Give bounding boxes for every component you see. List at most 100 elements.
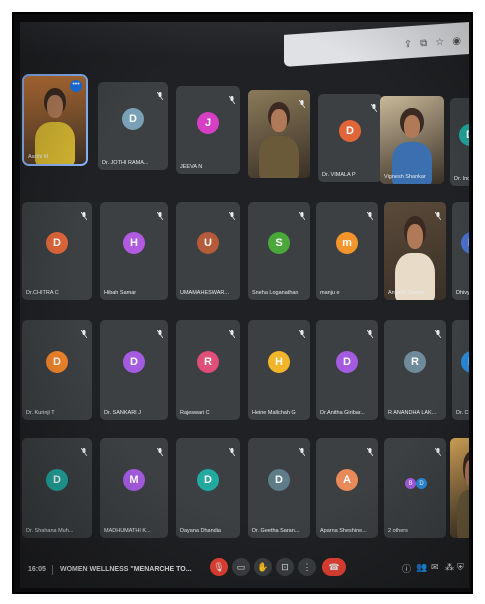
participant-tile[interactable]: A Aparna Sheshine... (316, 438, 378, 538)
mic-off-icon (80, 207, 88, 221)
participant-name: Dr. Geetha Saran... (252, 528, 300, 534)
mic-off-icon (80, 325, 88, 339)
mic-off-icon (434, 325, 442, 339)
participant-name: Dr. SANKARI J (104, 410, 141, 416)
profile-icon[interactable]: ◉ (452, 36, 461, 48)
mic-off-icon (228, 325, 236, 339)
participant-name: Dr. JOTHI RAMA... (102, 160, 149, 166)
others-avatars: BD (405, 478, 427, 489)
star-icon[interactable]: ☆ (435, 37, 444, 49)
participant-name: Sneha Loganathan (252, 290, 299, 296)
participant-tile[interactable] (450, 438, 469, 538)
participant-name: Dr.Anitha Giribar... (320, 410, 365, 416)
mic-off-icon (366, 443, 374, 457)
more-options-icon[interactable]: ••• (70, 80, 82, 92)
camera-icon: ▭ (236, 561, 246, 572)
participant-tile[interactable]: D Dhivya R.K.S (452, 202, 469, 300)
avatar: R (197, 351, 219, 373)
mic-off-icon: 🎙 (213, 561, 225, 572)
mic-off-icon (156, 207, 164, 221)
participant-tile[interactable]: Vignesh Shankar (380, 96, 444, 184)
person-face (270, 109, 288, 133)
raise-hand-button[interactable]: ✋ (254, 558, 272, 576)
chat-icon[interactable]: ✉ (431, 562, 439, 573)
avatar: D (461, 351, 469, 373)
participant-name: Aparna Sheshine... (320, 528, 367, 534)
participant-tile[interactable]: H Heine Mallchah G (248, 320, 310, 420)
mic-off-icon (370, 99, 378, 113)
participant-name: manju e (320, 290, 340, 296)
participant-name: UMAMAHESWAR... (180, 290, 229, 296)
participant-tile[interactable]: ••• Aarthi M (22, 74, 88, 166)
mic-off-icon (298, 443, 306, 457)
mic-off-icon (366, 207, 374, 221)
participant-name: MADHUMATHI K... (104, 528, 151, 534)
mic-off-icon (298, 207, 306, 221)
activities-icon[interactable]: ⁂ (445, 562, 454, 573)
participant-tile[interactable]: H Hibah Samar (100, 202, 168, 300)
meeting-time: 16:05 (28, 566, 46, 573)
person-face (464, 460, 469, 486)
participant-name: JEEVA N (180, 164, 203, 170)
person-body (259, 135, 299, 178)
participant-name: Angelin Deepa (388, 290, 425, 296)
info-icon[interactable]: ⓘ (402, 562, 411, 575)
host-controls-icon[interactable]: ⛨ (457, 562, 464, 573)
participant-name: Dhivya R.K.S (456, 290, 469, 296)
avatar: H (268, 351, 290, 373)
participant-tile[interactable]: R R ANANDHA LAK... (384, 320, 446, 420)
mic-off-button[interactable]: 🎙 (210, 558, 228, 576)
participant-tile[interactable]: D Dr. Indumathi (450, 98, 469, 186)
participant-tile[interactable] (248, 90, 310, 178)
avatar: D (339, 119, 361, 142)
avatar: D (416, 478, 427, 489)
browser-toolbar: ⇪ ⧉ ☆ ◉ (284, 22, 469, 67)
participant-tile[interactable]: D Dr. JOTHI RAMA... (98, 82, 168, 170)
participant-tile[interactable]: R Rajeswari C (176, 320, 240, 420)
participant-tile[interactable]: D Dr. Shahana Muh... (22, 438, 92, 538)
share-icon[interactable]: ⇪ (404, 39, 412, 51)
present-button[interactable]: ⊡ (276, 558, 294, 576)
participant-tile[interactable]: D Dr. VIMALA P (318, 94, 382, 182)
avatar: M (123, 469, 145, 491)
participant-tile[interactable]: D Dr. Kurinji T (22, 320, 92, 420)
bar-divider (52, 565, 53, 575)
participant-tile[interactable]: D Dr. SANKARI J (100, 320, 168, 420)
participant-tile[interactable]: D Dr.Anitha Giribar... (316, 320, 378, 420)
participant-tile[interactable]: D Dr. CHITHRA M (452, 320, 469, 420)
avatar: S (268, 232, 290, 255)
participant-grid: ••• Aarthi M D Dr. JOTHI RAMA... J JEEVA N D Dr… (20, 62, 469, 538)
participant-video (380, 96, 444, 184)
mic-off-icon (434, 207, 442, 221)
participant-tile[interactable]: S Sneha Loganathan (248, 202, 310, 300)
participant-name: Dr. Kurinji T (26, 410, 55, 416)
participant-tile[interactable]: BD 2 others (384, 438, 446, 538)
person-body (457, 490, 469, 538)
camera-button[interactable]: ▭ (232, 558, 250, 576)
participant-tile[interactable]: D Dayana Dhandia (176, 438, 240, 538)
end-call-icon: ☎ (328, 561, 340, 572)
mic-off-icon (434, 443, 442, 457)
participant-name: Dr. Shahana Muh... (26, 528, 74, 534)
participant-name: Rajeswari C (180, 410, 210, 416)
end-call-button[interactable]: ☎ (322, 558, 346, 576)
mic-off-icon (156, 87, 164, 101)
participant-name: Dr. Indumathi (454, 176, 469, 182)
avatar: B (405, 478, 416, 489)
more-options-icon: ⋮ (302, 561, 312, 572)
participant-tile[interactable]: D Dr.CHITRA C (22, 202, 92, 300)
participant-tile[interactable]: U UMAMAHESWAR... (176, 202, 240, 300)
person-face (46, 95, 64, 119)
participant-name: Vignesh Shankar (384, 174, 426, 180)
participant-tile[interactable]: Angelin Deepa (384, 202, 446, 300)
more-options-button[interactable]: ⋮ (298, 558, 316, 576)
participant-tile[interactable]: J JEEVA N (176, 86, 240, 174)
participant-tile[interactable]: D Dr. Geetha Saran... (248, 438, 310, 538)
avatar: m (336, 232, 358, 255)
people-icon[interactable]: 👥 (416, 562, 427, 573)
participant-tile[interactable]: M MADHUMATHI K... (100, 438, 168, 538)
person-face (403, 115, 421, 139)
extension-icon[interactable]: ⧉ (420, 38, 427, 49)
participant-tile[interactable]: m manju e (316, 202, 378, 300)
avatar: H (123, 232, 145, 255)
